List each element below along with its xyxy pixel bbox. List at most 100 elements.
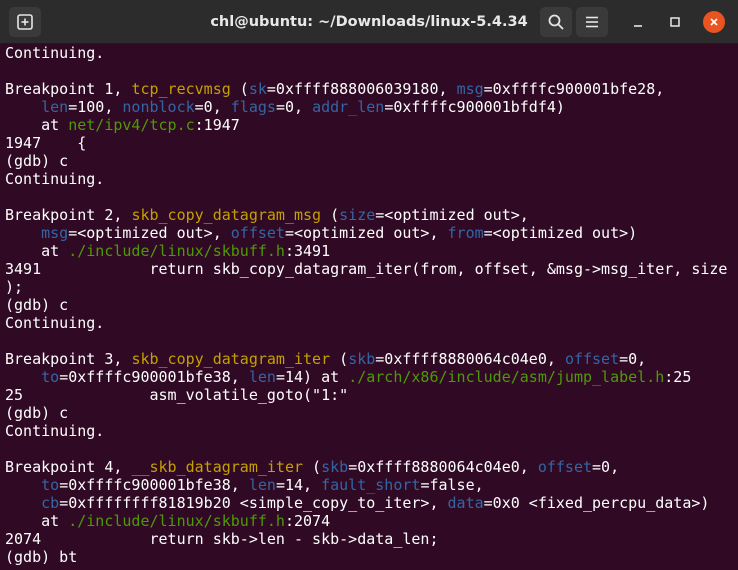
terminal-line: (gdb) c — [0, 404, 738, 422]
terminal-fn-text: skb_copy_datagram_iter — [131, 350, 331, 368]
terminal-line: Continuing. — [0, 44, 738, 62]
terminal-line: 2074 return skb->len - skb->data_len; — [0, 530, 738, 548]
terminal-text: =14) at — [275, 368, 349, 386]
terminal-path-text: ./include/linux/skbuff.h — [68, 512, 285, 530]
terminal-line: Continuing. — [0, 170, 738, 188]
terminal-arg-text: fault_short — [321, 476, 421, 494]
terminal-path-text: ./include/linux/skbuff.h — [68, 242, 285, 260]
terminal-text: ( — [303, 458, 322, 476]
close-button[interactable] — [703, 11, 725, 33]
terminal-text: Breakpoint 4, — [5, 458, 132, 476]
terminal-text: :3491 — [284, 242, 331, 260]
terminal-text: Continuing. — [5, 314, 105, 332]
terminal-line: (gdb) bt — [0, 548, 738, 566]
terminal-line: Continuing. — [0, 314, 738, 332]
search-button[interactable] — [540, 7, 572, 37]
search-icon — [548, 14, 564, 30]
terminal-arg-text: data — [447, 494, 484, 512]
minimize-button[interactable] — [627, 11, 649, 33]
new-tab-button[interactable] — [9, 7, 41, 37]
menu-button[interactable] — [576, 7, 608, 37]
close-icon — [710, 18, 718, 26]
terminal-arg-text: nonblock — [122, 98, 195, 116]
hamburger-menu-icon — [586, 16, 598, 28]
terminal-text: =0, — [194, 98, 231, 116]
terminal-line: to=0xffffc900001bfe38, len=14, fault_sho… — [0, 476, 738, 494]
terminal-text: at — [5, 116, 69, 134]
terminal-text: =0x0 <fixed_percpu_data>) — [483, 494, 710, 512]
terminal-path-text: net/ipv4/tcp.c — [68, 116, 195, 134]
terminal-arg-text: offset — [564, 350, 620, 368]
terminal-line: Breakpoint 4, __skb_datagram_iter (skb=0… — [0, 458, 738, 476]
terminal-line: Breakpoint 1, tcp_recvmsg (sk=0xffff8880… — [0, 80, 738, 98]
terminal-text: ( — [321, 206, 340, 224]
terminal-text: at — [5, 512, 69, 530]
terminal-arg-text: offset — [230, 224, 285, 242]
terminal-text: (gdb) c — [5, 404, 69, 422]
terminal-line: cb=0xffffffff81819b20 <simple_copy_to_it… — [0, 494, 738, 512]
title-bar: chl@ubuntu: ~/Downloads/linux-5.4.34 — [0, 0, 738, 44]
new-tab-icon — [17, 14, 33, 30]
terminal-line: at ./include/linux/skbuff.h:2074 — [0, 512, 738, 530]
terminal-text: (gdb) c — [5, 296, 69, 314]
maximize-button[interactable] — [664, 11, 686, 33]
terminal-text: =0, — [592, 458, 620, 476]
terminal-text: =100, — [68, 98, 123, 116]
terminal-arg-text: offset — [537, 458, 593, 476]
terminal-line: Breakpoint 3, skb_copy_datagram_iter (sk… — [0, 350, 738, 368]
terminal-line: Breakpoint 2, skb_copy_datagram_msg (siz… — [0, 206, 738, 224]
terminal-output[interactable]: Continuing. Breakpoint 1, tcp_recvmsg (s… — [0, 44, 738, 570]
terminal-arg-text: skb — [321, 458, 349, 476]
terminal-arg-text: skb — [348, 350, 376, 368]
terminal-arg-text: flags — [230, 98, 276, 116]
terminal-line: to=0xffffc900001bfe38, len=14) at ./arch… — [0, 368, 738, 386]
terminal-arg-text: to — [41, 368, 60, 386]
terminal-text: =14, — [275, 476, 322, 494]
terminal-text: Breakpoint 1, — [5, 80, 132, 98]
terminal-text: 3491 return skb_copy_datagram_iter(from,… — [5, 260, 728, 278]
terminal-fn-text: tcp_recvmsg — [131, 80, 231, 98]
terminal-text: =0, — [619, 350, 647, 368]
terminal-line: 25 asm_volatile_goto("1:" — [0, 386, 738, 404]
maximize-icon — [670, 17, 680, 27]
terminal-text: =<optimized out>, — [284, 224, 448, 242]
terminal-text: (gdb) c — [5, 152, 69, 170]
terminal-line: ); — [0, 278, 738, 296]
terminal-path-text: ./arch/x86/include/asm/jump_label.h — [348, 368, 665, 386]
terminal-text: 1947 { — [5, 134, 87, 152]
terminal-text: 25 asm_volatile_goto("1:" — [5, 386, 349, 404]
terminal-text: :2074 — [284, 512, 331, 530]
terminal-line: (gdb) c — [0, 152, 738, 170]
terminal-text: ( — [330, 350, 349, 368]
terminal-text: ); — [5, 278, 24, 296]
terminal-text: =0xffffc900001bfe28, — [483, 80, 665, 98]
terminal-arg-text: from — [447, 224, 484, 242]
terminal-line: (gdb) c — [0, 296, 738, 314]
terminal-text: =0, — [275, 98, 313, 116]
terminal-line: at net/ipv4/tcp.c:1947 — [0, 116, 738, 134]
terminal-text: =0xffff8880064c04e0, — [348, 458, 538, 476]
terminal-text: =<optimized out>, — [68, 224, 231, 242]
terminal-text: :1947 — [194, 116, 240, 134]
terminal-fn-text: __skb_datagram_iter — [131, 458, 304, 476]
minimize-icon — [634, 25, 642, 27]
terminal-text: Breakpoint 2, — [5, 206, 132, 224]
terminal-text: Breakpoint 3, — [5, 350, 132, 368]
terminal-text: =0xffffffff81819b20 <simple_copy_to_iter… — [59, 494, 448, 512]
terminal-fn-text: skb_copy_datagram_msg — [131, 206, 322, 224]
terminal-text: :25 — [664, 368, 692, 386]
terminal-line: 1947 { — [0, 134, 738, 152]
terminal-arg-text: sk — [248, 80, 267, 98]
terminal-text: =0xffff8880064c04e0, — [375, 350, 565, 368]
terminal-text: (gdb) bt — [5, 548, 78, 566]
terminal-line: at ./include/linux/skbuff.h:3491 — [0, 242, 738, 260]
terminal-line: Continuing. — [0, 422, 738, 440]
terminal-line: len=100, nonblock=0, flags=0, addr_len=0… — [0, 98, 738, 116]
terminal-line: 3491 return skb_copy_datagram_iter(from,… — [0, 260, 738, 278]
